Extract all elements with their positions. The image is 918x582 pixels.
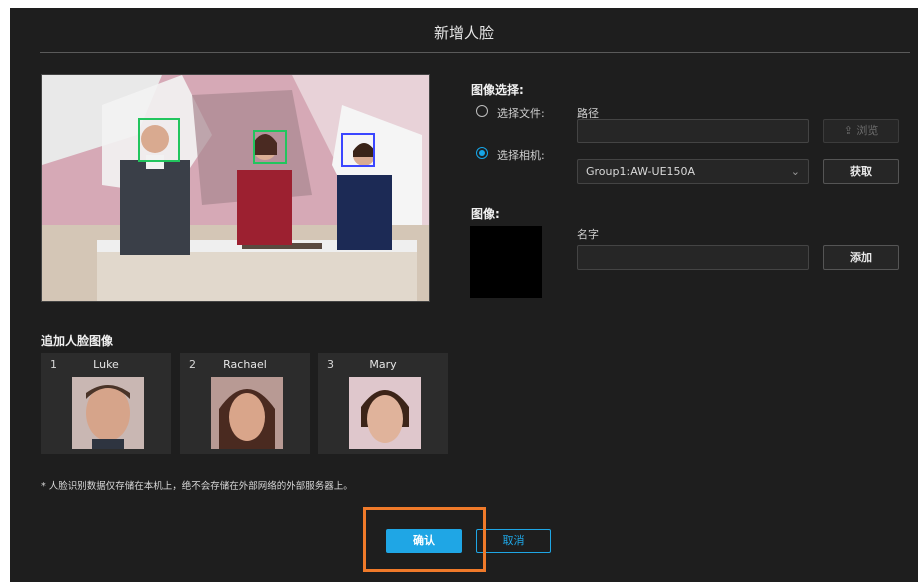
select-file-radio[interactable] [476, 105, 488, 117]
camera-select-value: Group1:AW-UE150A [586, 165, 696, 178]
add-face-dialog: 新增人脸 图像选择: 选择文件: 路径 ⇪ 浏览 选择相机: Group1:AW… [10, 8, 918, 582]
select-file-label[interactable]: 选择文件: [497, 105, 545, 121]
add-button[interactable]: 添加 [823, 245, 899, 270]
face-card-number: 3 [327, 358, 334, 371]
studio-scene-image [42, 75, 429, 301]
select-camera-label[interactable]: 选择相机: [497, 147, 545, 163]
face-box-3 [341, 133, 375, 167]
face-card[interactable]: Rachael 2 [180, 353, 310, 454]
image-label: 图像: [471, 207, 500, 221]
face-box-1 [138, 118, 180, 162]
face-card[interactable]: Luke 1 [41, 353, 171, 454]
face-card-name: Mary [369, 358, 397, 371]
face-card[interactable]: Mary 3 [318, 353, 448, 454]
title-divider [40, 52, 910, 53]
face-card-number: 2 [189, 358, 196, 371]
confirm-highlight-box [363, 507, 486, 572]
camera-preview [41, 74, 430, 302]
face-box-2 [253, 130, 287, 164]
captured-image-box [470, 226, 542, 298]
name-label: 名字 [577, 228, 599, 241]
image-selection-label: 图像选择: [471, 83, 524, 97]
face-thumbnail [349, 377, 421, 449]
face-card-name: Rachael [223, 358, 267, 371]
face-card-number: 1 [50, 358, 57, 371]
cancel-button[interactable]: 取消 [476, 529, 551, 553]
chevron-down-icon: ⌄ [790, 165, 800, 178]
select-camera-radio[interactable] [476, 147, 488, 159]
face-thumbnail [72, 377, 144, 449]
camera-select[interactable]: Group1:AW-UE150A ⌄ [577, 159, 809, 184]
dialog-title: 新增人脸 [433, 24, 494, 42]
browse-label: 浏览 [856, 124, 879, 137]
path-input[interactable] [577, 119, 809, 143]
upload-icon: ⇪ [843, 124, 853, 137]
browse-button[interactable]: ⇪ 浏览 [823, 119, 899, 143]
face-card-name: Luke [93, 358, 119, 371]
additional-faces-label: 追加人脸图像 [41, 334, 114, 348]
name-input[interactable] [577, 245, 809, 270]
get-button[interactable]: 获取 [823, 159, 899, 184]
privacy-note: * 人脸识别数据仅存储在本机上，绝不会存储在外部网络的外部服务器上。 [41, 481, 353, 492]
face-thumbnail [211, 377, 283, 449]
